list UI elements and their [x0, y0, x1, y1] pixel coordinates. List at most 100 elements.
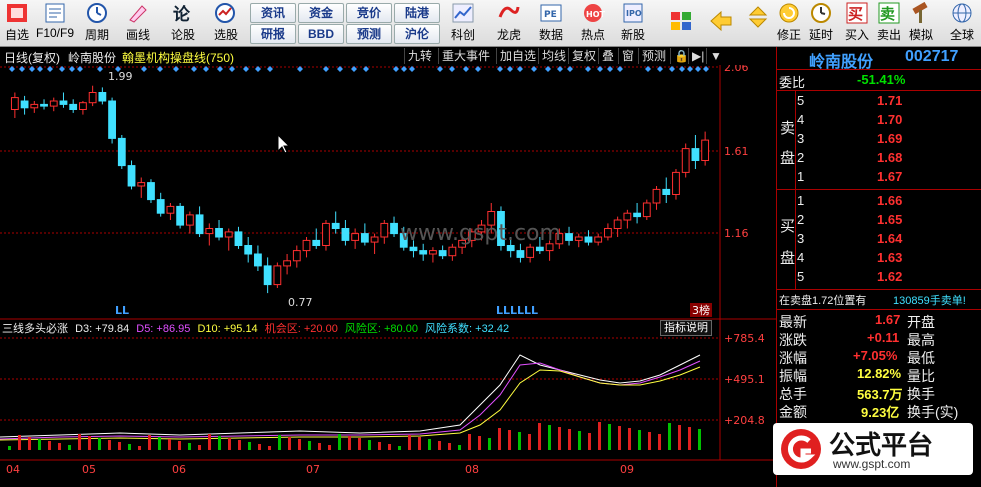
sell-price[interactable]: 1.69 [877, 131, 902, 146]
shanghai-london-button[interactable]: 沪伦 [394, 24, 440, 44]
histogram-bar [58, 443, 61, 450]
draw-line-button[interactable]: 画线 [120, 2, 156, 44]
arrow-left-icon [710, 10, 732, 32]
period-label[interactable]: 日线(复权) [4, 49, 60, 66]
ma-button[interactable]: 均线 [538, 48, 569, 64]
indicator-header: 三线多头必涨 D3: +79.84 D5: +86.95 D10: +95.14… [2, 320, 722, 336]
hk-connect-button[interactable]: 陆港 [394, 3, 440, 23]
star-market-button[interactable]: 科创 [446, 2, 480, 44]
stat-label: 最低 [907, 350, 935, 366]
indicator-explain-button[interactable]: 指标说明 [660, 320, 712, 336]
low-annotation: 0.77 [288, 296, 313, 309]
histogram-bar [48, 441, 51, 450]
fix-button[interactable]: 修正 [774, 2, 804, 44]
buy-level: 1 [797, 193, 805, 208]
sell-price[interactable]: 1.70 [877, 112, 902, 127]
layout-button[interactable] [666, 2, 696, 44]
global-button[interactable]: 全球 [946, 2, 978, 44]
sell-icon: 卖 [878, 2, 900, 24]
stat-value: 9.23亿 [861, 405, 900, 420]
ipo-button[interactable]: IPO 新股 [616, 2, 650, 44]
buy-price[interactable]: 1.62 [877, 269, 902, 284]
sell-side-label: 卖 [780, 120, 796, 137]
up-down-button[interactable] [746, 2, 770, 44]
buy-level: 5 [797, 269, 805, 284]
d3-line [0, 354, 701, 438]
toolbar-label: 全球 [949, 28, 974, 42]
toolbar-label: 延时 [808, 28, 833, 42]
toolbar-label: 新股 [620, 28, 645, 42]
adjust-button[interactable]: 复权 [568, 48, 599, 64]
pe-icon: PE [540, 4, 562, 22]
candle-body [147, 182, 155, 201]
bbd-button[interactable]: BBD [298, 24, 344, 44]
delay-button[interactable]: 延时 [806, 2, 836, 44]
candle-body [535, 246, 544, 252]
back-button[interactable] [706, 2, 736, 44]
weibi-label: 委比 [779, 75, 806, 90]
hotspot-button[interactable]: HOT 热点 [576, 2, 610, 44]
month-label: 05 [82, 463, 96, 476]
news-button[interactable]: 资讯 [250, 3, 296, 23]
sell-price[interactable]: 1.67 [877, 169, 902, 184]
histogram-bar [618, 426, 621, 450]
dragon-tiger-button[interactable]: 龙虎 [492, 2, 526, 44]
candle-body [516, 250, 525, 258]
indicator-name[interactable]: 三线多头必涨 [2, 323, 68, 335]
window-button[interactable]: 窗 [618, 48, 637, 64]
capital-button[interactable]: 资金 [298, 3, 344, 23]
bidding-button[interactable]: 竞价 [346, 3, 392, 23]
overlay-button[interactable]: 叠 [598, 48, 617, 64]
predict-button[interactable]: 预测 [638, 48, 669, 64]
simulate-button[interactable]: 模拟 [906, 2, 936, 44]
histogram-bar [518, 432, 521, 450]
sell-price[interactable]: 1.68 [877, 150, 902, 165]
layout-grid-icon [671, 12, 691, 30]
candle-body [506, 245, 515, 252]
expand-icon[interactable]: ▶| [688, 48, 707, 64]
add-watchlist-button[interactable]: 加自选 [496, 48, 539, 64]
histogram-bar [208, 434, 211, 450]
candle-body [642, 202, 651, 218]
buy-price[interactable]: 1.65 [877, 212, 902, 227]
select-stock-button[interactable]: 选股 [206, 2, 246, 44]
histogram-bar [388, 444, 391, 450]
watchlist-button[interactable]: 自选 [2, 2, 32, 44]
histogram-bar [218, 436, 221, 450]
price-chart[interactable]: 2.06 1.61 1.16 +785.4 +495.1 +204.8 1.99… [0, 65, 776, 487]
d5-value: D5: +86.95 [136, 323, 191, 335]
buy-side-label: 买 [780, 218, 796, 235]
candle-body [59, 100, 68, 105]
sell-button[interactable]: 卖 卖出 [874, 2, 904, 44]
forum-button[interactable]: 论 论股 [166, 2, 200, 44]
major-events-button[interactable]: 重大事件 [438, 48, 493, 64]
histogram-bar [118, 442, 121, 450]
candle-body [633, 212, 641, 218]
sell-price[interactable]: 1.71 [877, 93, 902, 108]
indicator-label[interactable]: 翰墨机构操盘线(750) [122, 49, 234, 66]
candle-body [360, 233, 369, 243]
chevron-down-icon[interactable]: ▼ [706, 48, 725, 64]
nine-turn-button[interactable]: 九转 [404, 48, 435, 64]
period-button[interactable]: 周期 [80, 2, 114, 44]
f10-button[interactable]: F10/F9 [34, 2, 76, 44]
histogram-bar [38, 439, 41, 450]
candle-body [10, 97, 19, 110]
toolbar-label: 画线 [125, 28, 150, 42]
stat-value: +0.11 [867, 330, 900, 345]
buy-price[interactable]: 1.66 [877, 193, 902, 208]
buy-button[interactable]: 买 买入 [842, 2, 872, 44]
histogram-bar [238, 440, 241, 450]
price-tick: 2.06 [724, 65, 749, 74]
candle-body [263, 265, 272, 286]
data-button[interactable]: PE 数据 [534, 2, 568, 44]
forecast-button[interactable]: 预测 [346, 24, 392, 44]
research-button[interactable]: 研报 [250, 24, 296, 44]
candle-body [244, 245, 253, 255]
stat-label: 量比 [907, 368, 935, 384]
buy-price[interactable]: 1.63 [877, 250, 902, 265]
indicator-tick: +785.4 [724, 332, 765, 345]
buy-price[interactable]: 1.64 [877, 231, 902, 246]
histogram-bar [498, 428, 501, 450]
svg-text:买: 买 [848, 5, 863, 23]
